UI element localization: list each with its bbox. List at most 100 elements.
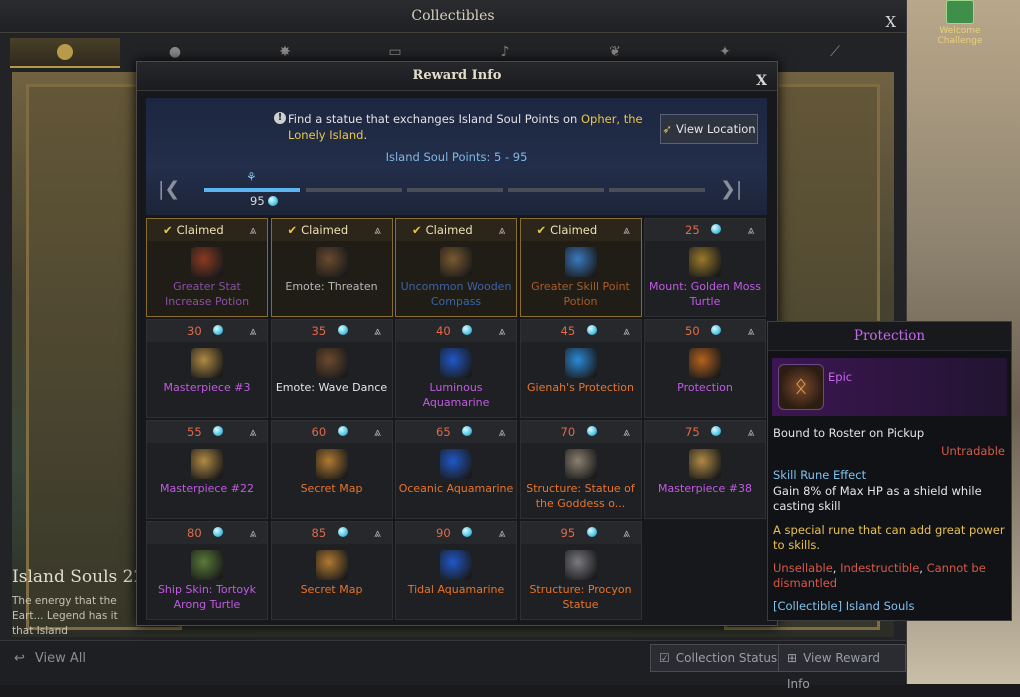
welcome-challenge-button[interactable]: Welcome Challenge <box>930 0 990 46</box>
soul-orb-icon <box>213 426 223 436</box>
rune-icon: ᛟ <box>778 364 824 410</box>
checkmark-icon: ✔ <box>163 223 173 237</box>
points-required: 95 <box>560 526 576 540</box>
claimed-text: Claimed <box>425 223 473 237</box>
reward-name: Tidal Aquamarine <box>407 583 505 596</box>
first-page-icon[interactable]: |❮ <box>158 178 180 200</box>
reward-name: Secret Map <box>300 583 363 596</box>
reward-cell-header: ✔ Claimed ⩓ <box>147 219 267 241</box>
reward-cell[interactable]: 50 ⩓ Protection <box>644 319 766 418</box>
view-reward-info-button[interactable]: ⊞ View Reward Info <box>778 644 906 691</box>
reward-cell[interactable]: 45 ⩓ Gienah's Protection <box>519 319 642 418</box>
tooltip-effect-text: Gain 8% of Max HP as a shield while cast… <box>773 484 982 513</box>
wing-emblem-icon: ⩓ <box>374 324 381 338</box>
reward-cell[interactable]: ✔ Claimed ⩓ Emote: Threaten <box>270 218 393 317</box>
leaf-icon: ✦ <box>719 44 731 60</box>
reward-item-icon <box>191 348 223 378</box>
reward-item-icon <box>564 550 597 580</box>
checkbox-icon: ☑ <box>659 651 670 665</box>
reward-cell[interactable]: ✔ Claimed ⩓ Uncommon Wooden Compass <box>395 218 517 317</box>
points-progress: |❮ ⚘ 95 ❯| <box>158 170 758 216</box>
wing-emblem-icon: ⩓ <box>498 425 506 439</box>
last-page-icon[interactable]: ❯| <box>720 178 742 200</box>
reward-cell-header: 85 ⩓ <box>271 522 392 544</box>
wing-emblem-icon: ⩓ <box>623 425 630 439</box>
reward-cell-header: 95 ⩓ <box>520 522 641 544</box>
reward-cell-header: 75 ⩓ <box>645 421 765 443</box>
soul-orb-icon <box>462 527 472 537</box>
soul-orb-icon <box>711 325 721 335</box>
points-required: 85 <box>311 526 327 540</box>
reward-item-icon <box>191 449 223 479</box>
reward-item-icon <box>564 449 597 479</box>
reward-cell[interactable]: 30 ⩓ Masterpiece #3 <box>146 319 268 418</box>
soul-orb-icon <box>586 426 597 436</box>
reward-item-icon <box>689 247 721 277</box>
soul-orb-icon <box>213 325 223 335</box>
close-icon[interactable]: X <box>885 6 896 38</box>
reward-item-icon <box>564 348 597 378</box>
wing-emblem-icon: ⩓ <box>374 223 381 237</box>
reward-cell[interactable]: 60 ⩓ Secret Map <box>270 420 393 519</box>
tooltip-description: A special rune that can add great power … <box>773 523 1005 552</box>
wing-emblem-icon: ⩓ <box>249 526 257 540</box>
view-all-button[interactable]: ↩ View All <box>14 651 86 666</box>
reward-cell[interactable]: 95 ⩓ Structure: Procyon Statue <box>519 521 642 620</box>
reward-info-modal: Reward Info X ! Find a statue that excha… <box>136 61 778 626</box>
modal-close-icon[interactable]: X <box>756 67 767 95</box>
reward-name: Greater Stat Increase Potion <box>164 280 250 308</box>
reward-item-icon <box>440 550 472 580</box>
reward-name: Masterpiece #22 <box>160 482 254 495</box>
soul-orb-icon <box>462 426 472 436</box>
reward-cell[interactable]: 70 ⩓ Structure: Statue of the Goddess o... <box>519 420 642 519</box>
reward-name: Luminous Aquamarine <box>422 381 490 409</box>
tooltip-grade: Epic <box>828 370 853 384</box>
tab-telescope[interactable]: ⟋ <box>780 38 890 66</box>
reward-info-titlebar: Reward Info X <box>137 62 777 91</box>
soul-orb-icon <box>711 426 721 436</box>
claimed-label: ✔ Claimed <box>537 223 598 237</box>
reward-cell[interactable]: 75 ⩓ Masterpiece #38 <box>644 420 766 519</box>
reward-cell[interactable]: 35 ⩓ Emote: Wave Dance <box>270 319 393 418</box>
reward-cell-header: ✔ Claimed ⩓ <box>396 219 516 241</box>
music-note-icon: ♪ <box>500 44 510 60</box>
collectibles-title: Collectibles <box>411 8 495 24</box>
view-location-button[interactable]: ➶ View Location <box>660 114 758 144</box>
reward-cell[interactable]: 80 ⩓ Ship Skin: Tortoyk Arong Turtle <box>146 521 268 620</box>
points-required: 25 <box>685 223 700 237</box>
reward-cell[interactable]: ✔ Claimed ⩓ Greater Skill Point Potion <box>519 218 642 317</box>
progress-segment-1 <box>204 188 300 192</box>
claimed-label: ✔ Claimed <box>163 223 224 237</box>
reward-cell[interactable]: 40 ⩓ Luminous Aquamarine <box>395 319 517 418</box>
wing-emblem-icon: ⩓ <box>747 425 755 439</box>
info-icon: ! <box>274 112 286 124</box>
reward-cell[interactable]: 25 ⩓ Mount: Golden Moss Turtle <box>644 218 766 317</box>
reward-cell[interactable]: 55 ⩓ Masterpiece #22 <box>146 420 268 519</box>
wing-emblem-icon: ⩓ <box>249 223 257 237</box>
reward-info-title: Reward Info <box>412 68 502 83</box>
crest-icon: ❦ <box>609 44 621 60</box>
reward-name: Greater Skill Point Potion <box>531 280 630 308</box>
wing-emblem-icon: ⩓ <box>623 324 630 338</box>
reward-cell-header: 90 ⩓ <box>396 522 516 544</box>
reward-cell-header: 70 ⩓ <box>520 421 641 443</box>
claimed-text: Claimed <box>550 223 598 237</box>
reward-item-icon <box>315 550 348 580</box>
points-required: 90 <box>436 526 451 540</box>
view-reward-info-label: View Reward Info <box>787 651 881 691</box>
reward-cell[interactable]: ✔ Claimed ⩓ Greater Stat Increase Potion <box>146 218 268 317</box>
checkmark-icon: ✔ <box>412 223 422 237</box>
tooltip-effect-title: Skill Rune Effect <box>773 468 867 482</box>
reward-cell-header: 60 ⩓ <box>271 421 392 443</box>
reward-cell[interactable]: 65 ⩓ Oceanic Aquamarine <box>395 420 517 519</box>
tab-island-souls[interactable] <box>10 38 120 68</box>
reward-cell-header: 35 ⩓ <box>271 320 392 342</box>
reward-name: Structure: Procyon Statue <box>529 583 632 611</box>
reward-cell[interactable]: 90 ⩓ Tidal Aquamarine <box>395 521 517 620</box>
wing-emblem-icon: ⩓ <box>498 223 506 237</box>
star-icon: ✸ <box>279 44 291 60</box>
reward-cell[interactable]: 85 ⩓ Secret Map <box>270 521 393 620</box>
points-required: 45 <box>560 324 576 338</box>
soul-orb-icon <box>586 527 597 537</box>
collection-status-button[interactable]: ☑ Collection Status <box>650 644 787 672</box>
